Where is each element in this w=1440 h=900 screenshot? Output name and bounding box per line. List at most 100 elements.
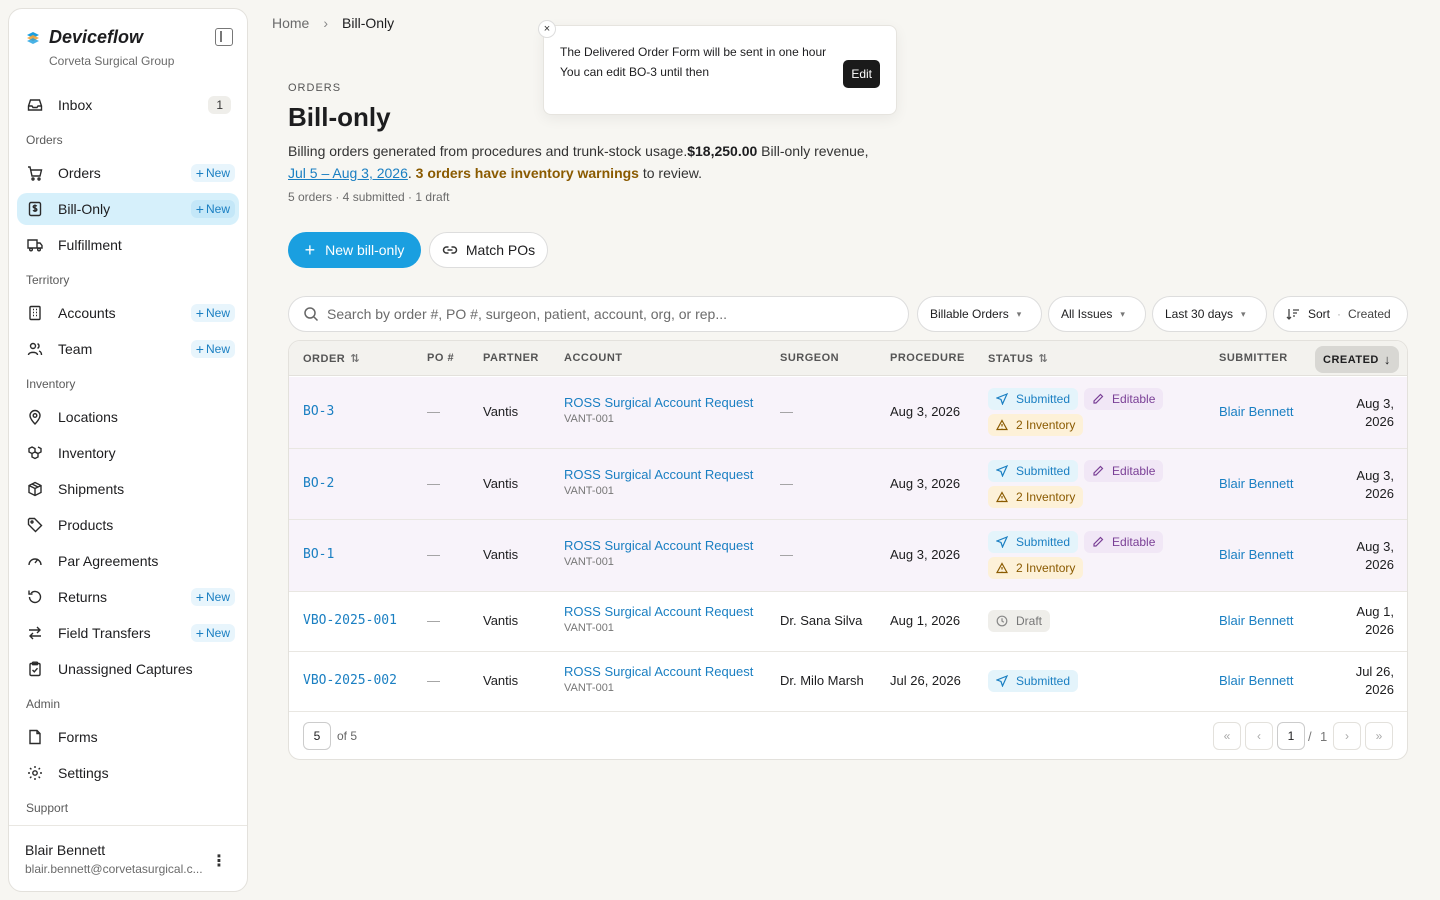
first-page-icon[interactable]: «: [1213, 722, 1241, 750]
column-header-created[interactable]: CREATED ↓: [1315, 346, 1399, 373]
submitter-link[interactable]: Blair Bennett: [1219, 547, 1293, 562]
new-field-transfer-button[interactable]: + New: [190, 624, 235, 642]
surgeon-cell: —: [780, 404, 793, 419]
sidebar-item-fulfillment[interactable]: Fulfillment: [17, 229, 239, 261]
sidebar-item-label: Returns: [58, 589, 108, 605]
order-id-link[interactable]: BO-1: [303, 547, 334, 562]
sidebar-item-returns[interactable]: Returns + New: [17, 581, 239, 613]
table-row[interactable]: BO-2 — Vantis ROSS Surgical Account Requ…: [289, 449, 1407, 520]
prev-page-icon[interactable]: ‹: [1245, 722, 1273, 750]
sidebar-item-label: Inbox: [58, 97, 93, 113]
sort-separator: ·: [1337, 307, 1342, 321]
collapse-sidebar-icon[interactable]: [215, 28, 233, 46]
account-link[interactable]: ROSS Surgical Account Request: [564, 604, 753, 619]
new-order-button[interactable]: + New: [190, 164, 235, 182]
column-header-order[interactable]: ORDER ⇅: [303, 352, 360, 366]
account-code: VANT-001: [564, 682, 614, 694]
order-id-link[interactable]: VBO-2025-002: [303, 673, 397, 688]
issues-filter[interactable]: All Issues ▾: [1048, 296, 1146, 332]
plus-icon: +: [195, 589, 204, 605]
sidebar-item-forms[interactable]: Forms: [17, 721, 239, 753]
toast-edit-button[interactable]: Edit: [843, 60, 880, 88]
new-bill-only-label: New bill-only: [325, 242, 405, 258]
badge-label: 2 Inventory: [1016, 490, 1076, 504]
brand[interactable]: Deviceflow: [9, 9, 247, 48]
sidebar-item-accounts[interactable]: Accounts + New: [17, 297, 239, 329]
new-return-button[interactable]: + New: [190, 588, 235, 606]
editable-badge[interactable]: Editable: [1084, 531, 1164, 553]
table-row[interactable]: VBO-2025-001 — Vantis ROSS Surgical Acco…: [289, 592, 1407, 652]
order-id-link[interactable]: BO-3: [303, 404, 334, 419]
account-cell: ROSS Surgical Account Request VANT-001: [564, 395, 753, 425]
building-icon: [26, 304, 44, 322]
date-range-filter[interactable]: Last 30 days ▾: [1152, 296, 1267, 332]
sidebar-item-field-transfers[interactable]: Field Transfers + New: [17, 617, 239, 649]
inventory-warnings-link[interactable]: 3 orders have inventory warnings: [416, 165, 639, 181]
sidebar-item-locations[interactable]: Locations: [17, 401, 239, 433]
org-name: Corveta Surgical Group: [49, 54, 175, 68]
sidebar-item-inbox[interactable]: Inbox 1: [17, 89, 239, 121]
breadcrumb: Home › Bill-Only: [272, 15, 394, 31]
inventory-warning-badge[interactable]: 2 Inventory: [988, 486, 1084, 508]
table-row[interactable]: BO-1 — Vantis ROSS Surgical Account Requ…: [289, 520, 1407, 592]
sidebar-item-par-agreements[interactable]: Par Agreements: [17, 545, 239, 577]
sidebar-item-settings[interactable]: Settings: [17, 757, 239, 789]
account-link[interactable]: ROSS Surgical Account Request: [564, 395, 753, 410]
sort-control[interactable]: Sort · Created: [1273, 296, 1408, 332]
new-account-button[interactable]: + New: [190, 304, 235, 322]
order-id-link[interactable]: VBO-2025-001: [303, 613, 397, 628]
column-header-surgeon: SURGEON: [780, 352, 840, 364]
table-row[interactable]: BO-3 — Vantis ROSS Surgical Account Requ…: [289, 377, 1407, 449]
total-pages: 1: [1320, 729, 1328, 744]
rotate-ccw-icon: [26, 588, 44, 606]
sidebar-item-shipments[interactable]: Shipments: [17, 473, 239, 505]
sidebar-item-inventory[interactable]: Inventory: [17, 437, 239, 469]
new-team-button[interactable]: + New: [190, 340, 235, 358]
submitter-link[interactable]: Blair Bennett: [1219, 476, 1293, 491]
search-input[interactable]: [327, 306, 887, 322]
submitter-link[interactable]: Blair Bennett: [1219, 613, 1293, 628]
close-icon[interactable]: ×: [538, 20, 556, 38]
next-page-icon[interactable]: ›: [1333, 722, 1361, 750]
more-vertical-icon[interactable]: ⋮: [211, 851, 227, 871]
page-size-select[interactable]: 5: [303, 722, 331, 750]
sort-arrows-icon: ⇅: [350, 353, 360, 365]
sidebar-item-orders[interactable]: Orders + New: [17, 157, 239, 189]
sidebar-item-products[interactable]: Products: [17, 509, 239, 541]
inventory-warning-badge[interactable]: 2 Inventory: [988, 557, 1084, 579]
billable-orders-filter[interactable]: Billable Orders ▾: [917, 296, 1042, 332]
user-email: blair.bennett@corvetasurgical.c...: [25, 862, 203, 876]
user-profile[interactable]: Blair Bennett blair.bennett@corvetasurgi…: [9, 825, 247, 891]
account-link[interactable]: ROSS Surgical Account Request: [564, 538, 753, 553]
procedure-cell: Aug 3, 2026: [890, 404, 961, 419]
sidebar-item-bill-only[interactable]: Bill-Only + New: [17, 193, 239, 225]
sidebar-item-team[interactable]: Team + New: [17, 333, 239, 365]
partner-cell: Vantis: [483, 613, 519, 628]
new-bill-only-button[interactable]: + New bill-only: [288, 232, 421, 268]
sidebar-item-unassigned-captures[interactable]: Unassigned Captures: [17, 653, 239, 685]
dollar-receipt-icon: [26, 200, 44, 218]
submitter-link[interactable]: Blair Bennett: [1219, 673, 1293, 688]
table-row[interactable]: VBO-2025-002 — Vantis ROSS Surgical Acco…: [289, 652, 1407, 712]
inventory-warning-badge[interactable]: 2 Inventory: [988, 414, 1084, 436]
plus-icon: +: [304, 240, 316, 260]
account-link[interactable]: ROSS Surgical Account Request: [564, 467, 753, 482]
breadcrumb-home[interactable]: Home: [272, 15, 309, 31]
column-header-status[interactable]: STATUS ⇅: [988, 352, 1048, 366]
editable-badge[interactable]: Editable: [1084, 388, 1164, 410]
created-year: 2026: [1365, 414, 1394, 429]
order-id-link[interactable]: BO-2: [303, 476, 334, 491]
users-icon: [26, 340, 44, 358]
current-page[interactable]: 1: [1277, 722, 1305, 750]
date-range-link[interactable]: Jul 5 – Aug 3, 2026: [288, 165, 408, 181]
badge-label: Submitted: [1016, 464, 1071, 478]
account-link[interactable]: ROSS Surgical Account Request: [564, 664, 753, 679]
new-bill-only-sidebar-button[interactable]: + New: [190, 200, 235, 218]
table-footer: 5 of 5 « ‹ 1 / 1 › »: [289, 711, 1407, 759]
match-pos-button[interactable]: Match POs: [429, 232, 548, 268]
clock-icon: [996, 615, 1008, 627]
order-counts: 5 orders · 4 submitted · 1 draft: [288, 190, 450, 204]
submitter-link[interactable]: Blair Bennett: [1219, 404, 1293, 419]
editable-badge[interactable]: Editable: [1084, 460, 1164, 482]
last-page-icon[interactable]: »: [1365, 722, 1393, 750]
